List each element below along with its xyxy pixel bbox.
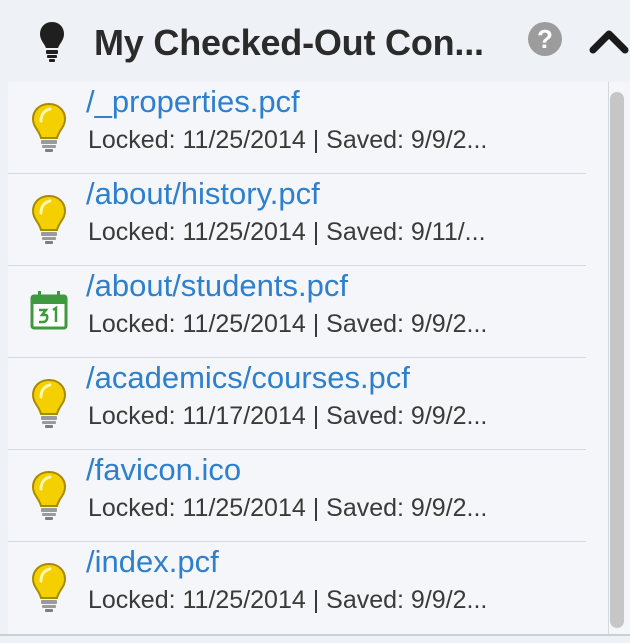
lightbulb-icon (40, 22, 64, 62)
list-item: /about/history.pcf Locked: 11/25/2014 | … (8, 174, 586, 266)
file-link[interactable]: /favicon.ico (86, 452, 241, 488)
file-link[interactable]: /about/history.pcf (86, 176, 320, 212)
scrollbar-thumb[interactable] (610, 92, 624, 628)
lock-info: Locked: 11/25/2014 | Saved: 9/9/2... (88, 126, 488, 154)
calendar-icon (30, 291, 68, 330)
lightbulb-icon (31, 470, 67, 520)
lock-info: Locked: 11/25/2014 | Saved: 9/9/2... (88, 494, 488, 522)
help-icon[interactable]: ? (528, 22, 562, 56)
file-link[interactable]: /index.pcf (86, 544, 219, 580)
chevron-up-icon[interactable] (588, 26, 630, 56)
lock-info: Locked: 11/25/2014 | Saved: 9/9/2... (88, 310, 488, 338)
lock-info: Locked: 11/17/2014 | Saved: 9/9/2... (88, 402, 488, 430)
checked-out-list: /_properties.pcf Locked: 11/25/2014 | Sa… (8, 82, 630, 634)
lock-info: Locked: 11/25/2014 | Saved: 9/11/... (88, 218, 486, 246)
panel-header: My Checked-Out Con... ? (0, 0, 630, 82)
checked-out-content-panel: My Checked-Out Con... ? /_properties.pcf… (0, 0, 630, 643)
list-item: /academics/courses.pcf Locked: 11/17/201… (8, 358, 586, 450)
panel-bottom-border (0, 634, 630, 636)
lightbulb-icon (31, 378, 67, 428)
file-link[interactable]: /_properties.pcf (86, 84, 300, 120)
lightbulb-icon (31, 102, 67, 152)
lock-info: Locked: 11/25/2014 | Saved: 9/9/2... (88, 586, 488, 614)
file-link[interactable]: /academics/courses.pcf (86, 360, 410, 396)
lightbulb-icon (31, 562, 67, 612)
list-item: /index.pcf Locked: 11/25/2014 | Saved: 9… (8, 542, 586, 634)
list-item: /_properties.pcf Locked: 11/25/2014 | Sa… (8, 82, 586, 174)
file-link[interactable]: /about/students.pcf (86, 268, 348, 304)
lightbulb-icon (31, 194, 67, 244)
list-item: /favicon.ico Locked: 11/25/2014 | Saved:… (8, 450, 586, 542)
panel-title: My Checked-Out Con... (94, 22, 484, 63)
list-item: /about/students.pcf Locked: 11/25/2014 |… (8, 266, 586, 358)
